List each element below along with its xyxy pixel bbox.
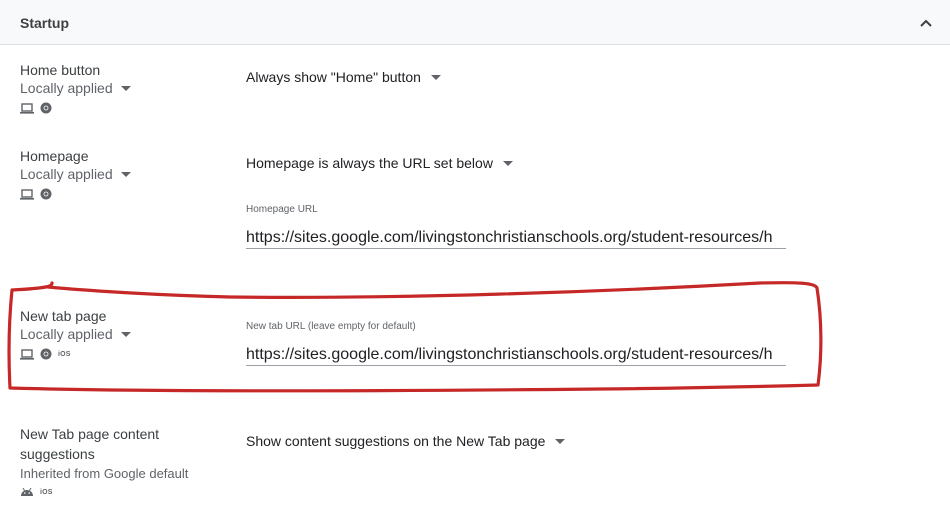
homepage-select[interactable]: Homepage is always the URL set below	[246, 155, 513, 171]
caret-down-icon	[120, 85, 131, 91]
red-annotation-outline	[7, 281, 823, 393]
setting-name: New tab page	[20, 308, 107, 324]
caret-down-icon	[555, 438, 566, 444]
setting-name: Home button	[20, 62, 101, 78]
scope-label: Locally applied	[20, 326, 113, 342]
laptop-icon	[20, 102, 34, 114]
platform-icons: iOS	[20, 485, 53, 499]
homepage-url-input[interactable]	[246, 227, 786, 249]
chrome-icon	[40, 102, 52, 114]
new-tab-url-input[interactable]	[246, 344, 786, 366]
section-title: Startup	[20, 15, 69, 31]
caret-down-icon	[430, 74, 441, 80]
scope-dropdown[interactable]: Locally applied	[20, 80, 131, 96]
select-value: Always show "Home" button	[246, 69, 421, 85]
section-header[interactable]: Startup	[0, 0, 950, 45]
scope-label: Locally applied	[20, 166, 113, 182]
caret-down-icon	[502, 160, 513, 166]
select-value: Show content suggestions on the New Tab …	[246, 433, 546, 449]
scope-label: Locally applied	[20, 80, 113, 96]
platform-icons	[20, 187, 52, 201]
scope-label: Inherited from Google default	[20, 466, 189, 481]
laptop-icon	[20, 348, 34, 360]
platform-icons	[20, 101, 52, 115]
android-icon	[20, 487, 34, 497]
select-value: Homepage is always the URL set below	[246, 155, 493, 171]
new-tab-url-label: New tab URL (leave empty for default)	[246, 321, 416, 332]
chrome-icon	[40, 188, 52, 200]
ios-icon: iOS	[40, 488, 53, 496]
scope-dropdown[interactable]: Locally applied	[20, 166, 131, 182]
setting-name: New Tab page content suggestions	[20, 426, 160, 462]
home-button-select[interactable]: Always show "Home" button	[246, 69, 441, 85]
platform-icons: iOS	[20, 347, 71, 361]
content-suggestions-select[interactable]: Show content suggestions on the New Tab …	[246, 433, 566, 449]
laptop-icon	[20, 188, 34, 200]
chevron-up-icon[interactable]	[916, 14, 936, 32]
caret-down-icon	[120, 171, 131, 177]
chrome-icon	[40, 348, 52, 360]
caret-down-icon	[120, 331, 131, 337]
ios-icon: iOS	[58, 350, 71, 358]
scope-dropdown[interactable]: Locally applied	[20, 326, 131, 342]
homepage-url-label: Homepage URL	[246, 204, 318, 215]
setting-name: Homepage	[20, 148, 89, 164]
